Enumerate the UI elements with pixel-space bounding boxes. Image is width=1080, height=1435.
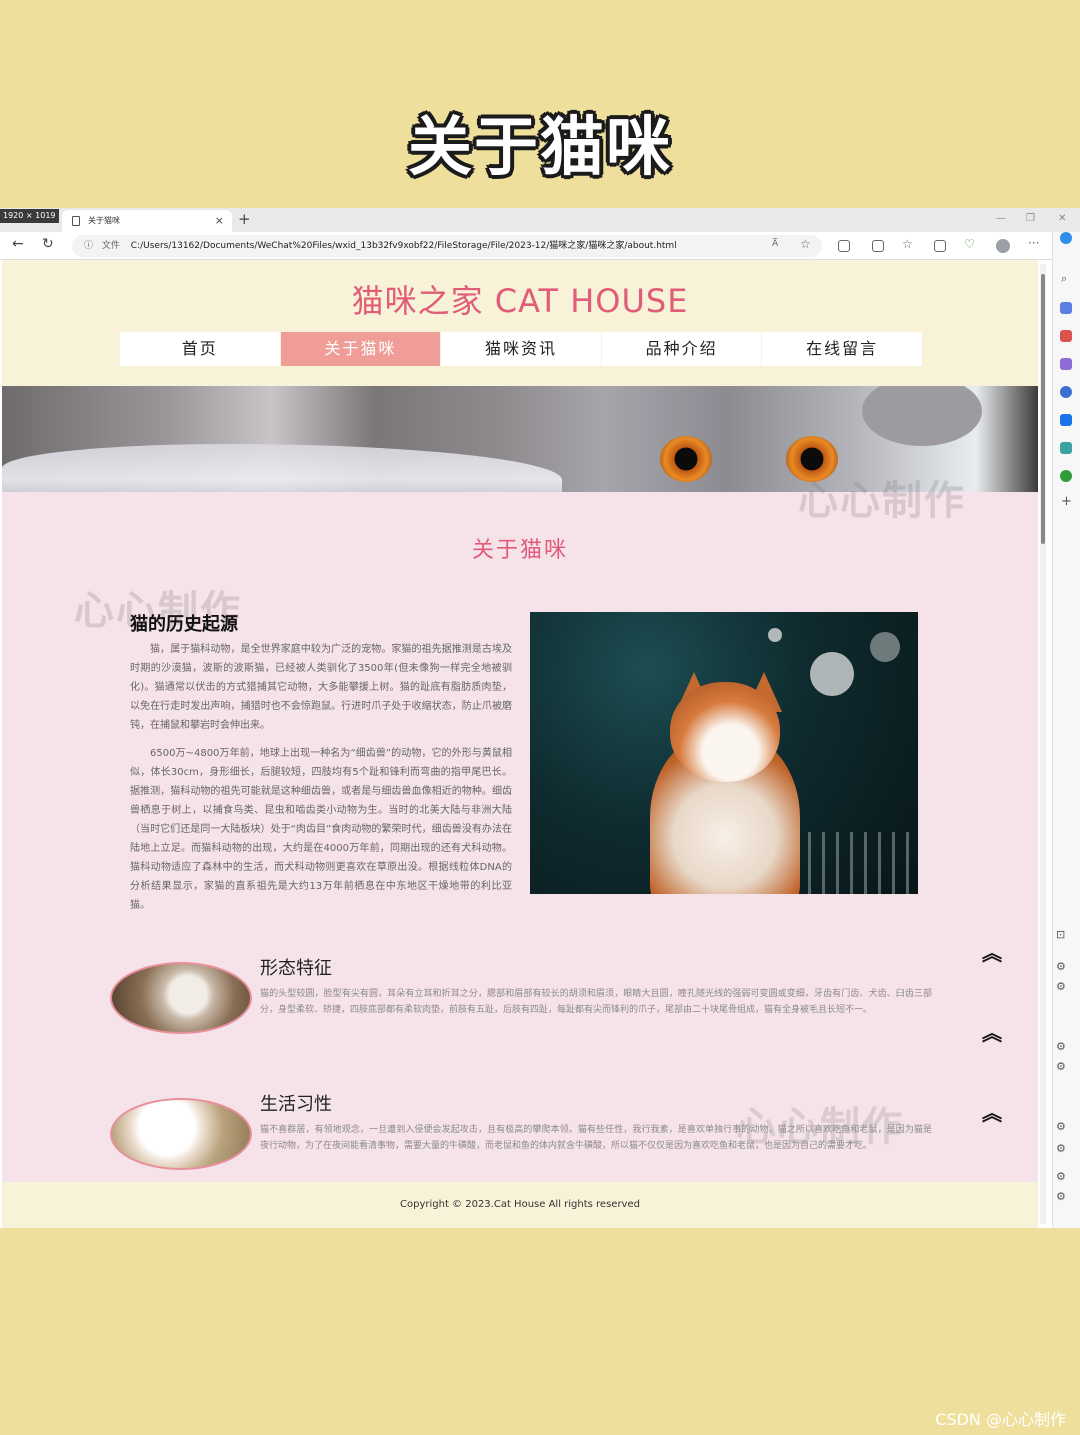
- nav-breeds[interactable]: 品种介绍: [601, 332, 762, 366]
- tab-strip: 1920 × 1019 关于猫咪 × + — ❐ ✕: [0, 208, 1080, 232]
- info-icon: ⓘ: [84, 241, 94, 251]
- browser-essentials-icon[interactable]: ♡: [964, 237, 975, 251]
- resolution-badge: 1920 × 1019: [0, 209, 59, 223]
- watermark: 心心制作: [798, 478, 966, 524]
- history-paragraph-2: 6500万~4800万年前，地球上出现一种名为“细齿兽”的动物，它的外形与黄鼠相…: [130, 748, 512, 911]
- main-nav: 首页 关于猫咪 猫咪资讯 品种介绍 在线留言: [120, 332, 922, 366]
- feature-text-2: 猫不喜群居，有领地观念，一旦遭到入侵便会发起攻击，且有极高的攀爬本领。猫有些任性…: [260, 1125, 932, 1151]
- video-overlay-title: 关于猫咪: [408, 111, 672, 185]
- file-scheme-label: 文件: [101, 241, 120, 251]
- settings-gear-icon[interactable]: ⚙: [1056, 960, 1066, 973]
- settings-gear-icon[interactable]: ⚙: [1056, 1120, 1066, 1133]
- close-window-icon[interactable]: ✕: [1058, 208, 1066, 230]
- add-sidebar-icon[interactable]: +: [1061, 494, 1072, 509]
- m365-icon[interactable]: [1060, 386, 1072, 398]
- games-icon[interactable]: [1060, 358, 1072, 370]
- feature-image-1: [110, 962, 252, 1034]
- feature-image-2: [110, 1098, 252, 1170]
- address-input[interactable]: ⓘ 文件 C:/Users/13162/Documents/WeChat%20F…: [72, 235, 822, 257]
- back-arrow-icon[interactable]: ←: [12, 236, 24, 252]
- tab-title: 关于猫咪: [88, 216, 120, 225]
- favorite-star-icon[interactable]: ☆: [800, 237, 811, 251]
- site-footer: Copyright © 2023.Cat House All rights re…: [2, 1182, 1038, 1228]
- shopping-icon[interactable]: [1060, 330, 1072, 342]
- settings-gear-icon[interactable]: ⚙: [1056, 1060, 1066, 1073]
- page-section-title: 关于猫咪: [471, 538, 568, 563]
- history-heading: 猫的历史起源: [130, 614, 238, 635]
- nav-home[interactable]: 首页: [120, 332, 280, 366]
- outlook-icon[interactable]: [1060, 414, 1072, 426]
- feature-text-1: 猫的头型较圆，脸型有尖有圆，耳朵有立耳和折耳之分，腮部和眉部有较长的胡须和眉须，…: [260, 989, 932, 1015]
- copilot-icon[interactable]: [1060, 232, 1072, 244]
- feature-heading-2: 生活习性: [260, 1094, 332, 1115]
- search-icon[interactable]: ⌕: [1061, 272, 1067, 286]
- edge-sidebar: ⌕ +: [1052, 232, 1080, 1228]
- refresh-icon[interactable]: ↻: [42, 236, 54, 252]
- maximize-icon[interactable]: ❐: [1026, 208, 1035, 230]
- profile-avatar[interactable]: [996, 239, 1010, 253]
- scroll-top-arrow-icon[interactable]: ︽: [980, 1103, 1004, 1123]
- minimize-icon[interactable]: —: [996, 208, 1006, 230]
- site-title: 猫咪之家 CAT HOUSE: [351, 282, 689, 320]
- history-paragraph-1: 猫，属于猫科动物，是全世界家庭中较为广泛的宠物。家猫的祖先据推测是古埃及时期的沙…: [130, 644, 512, 731]
- document-icon: [72, 216, 80, 226]
- settings-gear-icon[interactable]: ⚙: [1056, 1040, 1066, 1053]
- nav-news[interactable]: 猫咪资讯: [441, 332, 601, 366]
- settings-gear-icon[interactable]: ⚙: [1056, 1190, 1066, 1203]
- page-viewport: 猫咪之家 CAT HOUSE 首页 关于猫咪 猫咪资讯 品种介绍 在线留言 心心…: [2, 260, 1038, 1228]
- favorites-icon[interactable]: ☆: [902, 237, 913, 251]
- split-screen-icon[interactable]: [872, 240, 884, 252]
- browser-window: 1920 × 1019 关于猫咪 × + — ❐ ✕ ← ↻ ⓘ 文件 C:/U…: [0, 208, 1080, 1228]
- feature-heading-1: 形态特征: [260, 958, 332, 979]
- collections-icon[interactable]: [934, 240, 946, 252]
- address-bar-row: ← ↻ ⓘ 文件 C:/Users/13162/Documents/WeChat…: [0, 232, 1080, 260]
- url-text: C:/Users/13162/Documents/WeChat%20Files/…: [130, 241, 677, 251]
- nav-about[interactable]: 关于猫咪: [280, 332, 441, 366]
- site-header: 猫咪之家 CAT HOUSE 首页 关于猫咪 猫咪资讯 品种介绍 在线留言: [2, 260, 1038, 386]
- scrollbar-thumb[interactable]: [1041, 274, 1045, 544]
- settings-gear-icon[interactable]: ⚙: [1056, 980, 1066, 993]
- banner-cat-eye-left: [660, 436, 712, 482]
- page-scrollbar[interactable]: [1040, 264, 1046, 1224]
- nav-message[interactable]: 在线留言: [762, 332, 922, 366]
- drop-icon[interactable]: [1060, 442, 1072, 454]
- more-menu-icon[interactable]: ···: [1028, 236, 1039, 250]
- settings-gear-icon[interactable]: ⚙: [1056, 1142, 1066, 1155]
- scroll-top-arrow-icon[interactable]: ︽: [980, 1023, 1004, 1043]
- cat-photo: [530, 612, 918, 894]
- read-aloud-icon[interactable]: A̅: [772, 239, 778, 249]
- scroll-top-arrow-icon[interactable]: ︽: [980, 943, 1004, 963]
- browser-tab-about[interactable]: 关于猫咪 ×: [62, 210, 232, 232]
- edge-screenshot-icon[interactable]: ⊡: [1056, 928, 1065, 941]
- settings-gear-icon[interactable]: ⚙: [1056, 1170, 1066, 1183]
- close-tab-icon[interactable]: ×: [215, 210, 224, 232]
- tag-icon[interactable]: [1060, 302, 1072, 314]
- extensions-icon[interactable]: [838, 240, 850, 252]
- csdn-watermark: CSDN @心心制作: [935, 1410, 1066, 1429]
- tree-icon[interactable]: [1060, 470, 1072, 482]
- new-tab-button[interactable]: +: [238, 208, 251, 230]
